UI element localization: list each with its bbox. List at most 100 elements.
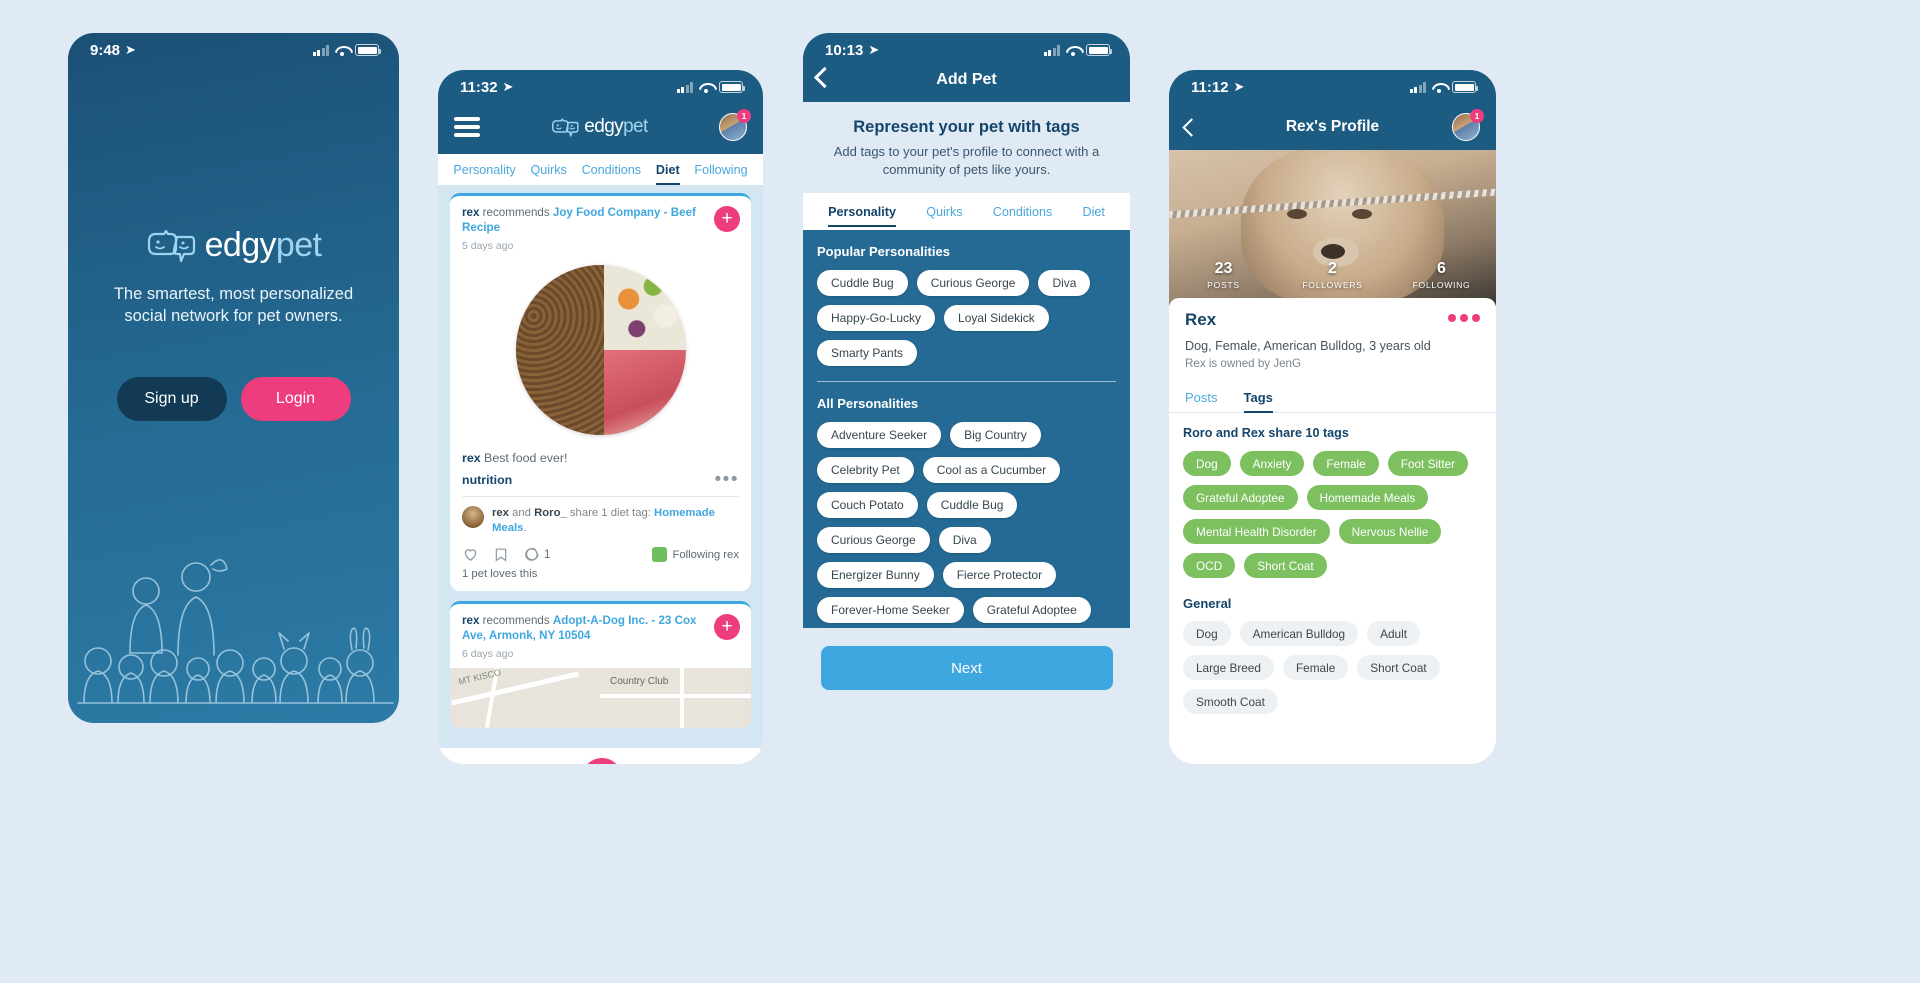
menu-icon[interactable] [454,117,480,137]
personality-tag-panel[interactable]: Popular Personalities Cuddle Bug Curious… [803,230,1130,628]
wifi-icon [1066,45,1080,56]
tab-conditions[interactable]: Conditions [993,196,1053,227]
status-bar: 11:32 ➤ [438,70,763,104]
general-tag-pill[interactable]: Female [1282,655,1349,680]
notification-badge: 1 [737,109,751,123]
shared-tag-pill[interactable]: Anxiety [1239,451,1305,476]
profile-more-options-icon[interactable] [1448,314,1480,322]
add-pet-footer: Next [803,628,1130,708]
profile-tabs: Posts Tags [1169,380,1496,414]
shared-tag-pill[interactable]: Homemade Meals [1306,485,1429,510]
tag-pill[interactable]: Curious George [916,270,1030,296]
following-status[interactable]: Following rex [652,547,739,562]
tab-personality[interactable]: Personality [828,196,896,228]
user-avatar-button[interactable]: 1 [719,109,751,141]
tab-quirks[interactable]: Quirks [926,196,962,227]
phone-feed-screen: 11:32 ➤ edgypet 1 Personality Quirks Con… [438,70,763,764]
general-tag-pill[interactable]: Short Coat [1357,655,1440,680]
feed-post-card: + rex recommends Joy Food Company - Beef… [450,193,751,591]
phone-splash-screen: 9:48 ➤ edgypet The smartest, most person… [68,33,399,723]
tab-diet[interactable]: Diet [655,154,680,186]
post-more-options-icon[interactable]: ••• [715,470,739,489]
feed-tabs: Personality Quirks Conditions Diet Follo… [438,154,763,186]
next-button[interactable]: Next [820,646,1113,690]
general-tag-pill[interactable]: Smooth Coat [1183,689,1278,714]
tag-pill[interactable]: Adventure Seeker [817,422,942,449]
tag-pill[interactable]: Cuddle Bug [817,270,908,296]
wifi-icon [1432,82,1446,93]
logo-wordmark: edgypet [204,226,322,264]
tag-pill[interactable]: Energizer Bunny [817,562,934,589]
tab-quirks[interactable]: Quirks [530,154,566,185]
tag-pill[interactable]: Diva [1038,270,1091,296]
general-tag-pill[interactable]: Dog [1183,621,1231,646]
general-tag-pill[interactable]: Large Breed [1183,655,1274,680]
page-title: Rex's Profile [1285,118,1380,135]
comment-icon[interactable] [523,546,540,563]
add-pet-header: 10:13 ➤ Add Pet [803,33,1130,102]
tag-pill[interactable]: Celebrity Pet [817,457,914,484]
app-logo: edgypet [146,226,322,265]
post-author[interactable]: rex [462,206,479,219]
add-pet-tabs: Personality Quirks Conditions Diet [803,193,1130,230]
general-tag-pill[interactable]: American Bulldog [1239,621,1359,646]
tag-pill[interactable]: Smarty Pants [817,340,918,366]
feed-list[interactable]: + rex recommends Joy Food Company - Beef… [438,185,763,748]
pet-cover-photo[interactable]: 23 POSTS 2 FOLLOWERS 6 FOLLOWING [1169,150,1496,306]
tag-pill[interactable]: Diva [938,527,991,554]
tab-diet[interactable]: Diet [1082,196,1104,227]
general-tag-pill[interactable]: Adult [1367,621,1421,646]
comment-group[interactable]: 1 [523,546,550,563]
add-to-pet-button[interactable]: + [714,206,740,232]
intro-heading: Represent your pet with tags [853,118,1080,136]
caption-author: rex [462,451,481,465]
tab-posts[interactable]: Posts [1185,390,1218,412]
tag-pill[interactable]: Big Country [950,422,1041,449]
login-button[interactable]: Login [240,377,351,421]
user-avatar-button[interactable]: 1 [1452,109,1484,141]
shared-tag-pill[interactable]: Dog [1183,451,1231,476]
splash-tagline: The smartest, most personalized social n… [113,285,354,325]
tag-pill[interactable]: Cuddle Bug [926,492,1018,519]
comment-count: 1 [544,548,551,561]
create-post-button[interactable]: + [581,758,622,764]
bookmark-icon[interactable] [493,546,509,563]
post-loves-count: 1 pet loves this [462,568,538,580]
shared-tag-pill[interactable]: Grateful Adoptee [1183,485,1298,510]
tab-tags[interactable]: Tags [1243,390,1274,414]
shared-tag-pill[interactable]: Mental Health Disorder [1183,519,1330,544]
post-timestamp: 6 days ago [462,648,514,660]
battery-icon [719,81,745,93]
tag-pill[interactable]: Loyal Sidekick [944,305,1049,331]
signal-icon [1043,44,1060,56]
tag-pill[interactable]: Forever-Home Seeker [817,597,964,624]
tag-pill[interactable]: Curious George [817,527,930,554]
tab-personality[interactable]: Personality [453,154,515,185]
shared-tags-list: Dog Anxiety Female Foot Sitter Grateful … [1183,451,1482,578]
app-logo[interactable]: edgypet [551,116,648,138]
tag-pill[interactable]: Cool as a Cucumber [922,457,1061,484]
shared-pet-avatar[interactable] [462,506,484,528]
popular-personalities-list: Cuddle Bug Curious George Diva Happy-Go-… [817,270,1116,366]
pet-owners-illustration [77,559,394,704]
shared-tag-pill[interactable]: Nervous Nellie [1338,519,1442,544]
signup-button[interactable]: Sign up [116,377,227,421]
profile-tags-body[interactable]: Roro and Rex share 10 tags Dog Anxiety F… [1169,413,1496,764]
following-person-icon [652,547,668,562]
shared-tag-pill[interactable]: Foot Sitter [1387,451,1469,476]
shared-tag-pill[interactable]: OCD [1183,553,1236,578]
post-map-image[interactable]: MT KISCO Country Club [450,668,751,728]
tag-pill[interactable]: Fierce Protector [942,562,1057,589]
tab-following[interactable]: Following [694,154,747,185]
post-author[interactable]: rex [462,614,479,627]
tag-pill[interactable]: Happy-Go-Lucky [817,305,936,331]
add-to-pet-button[interactable]: + [714,614,740,640]
tag-pill[interactable]: Grateful Adoptee [972,597,1091,624]
tag-pill[interactable]: Couch Potato [817,492,918,519]
shared-tag-pill[interactable]: Female [1313,451,1379,476]
tab-conditions[interactable]: Conditions [582,154,642,185]
like-heart-icon[interactable] [462,546,479,563]
popular-personalities-heading: Popular Personalities [817,244,950,259]
post-image[interactable] [450,260,751,440]
shared-tag-pill[interactable]: Short Coat [1244,553,1327,578]
